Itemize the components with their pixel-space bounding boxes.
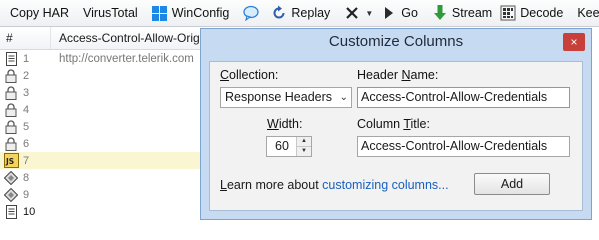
session-number: 1 (23, 52, 30, 65)
session-number: 2 (23, 69, 30, 82)
session-list-header: # Access-Control-Allow-Origin (0, 27, 230, 50)
session-number: 6 (23, 137, 30, 150)
close-button[interactable]: × (563, 33, 585, 51)
width-label: Width: (267, 117, 303, 131)
header-name-label: Header Name: (357, 68, 439, 82)
session-number: 4 (23, 103, 30, 116)
replay-label: Replay (291, 6, 331, 20)
session-number: 5 (23, 120, 30, 133)
session-row[interactable]: 8 (0, 169, 230, 186)
document-icon (3, 204, 19, 220)
image-diamond-icon (3, 170, 19, 186)
lock-icon (3, 68, 19, 84)
session-number: 7 (23, 154, 30, 167)
javascript-file-icon: JS (3, 153, 19, 169)
session-number: 10 (23, 205, 36, 218)
chevron-down-icon: ⌄ (339, 92, 348, 103)
close-icon: × (570, 35, 578, 49)
session-row[interactable]: 3 (0, 84, 230, 101)
width-value: 60 (275, 139, 289, 153)
session-number: 9 (23, 188, 30, 201)
svg-text:JS: JS (5, 157, 14, 166)
virustotal-button[interactable]: VirusTotal (79, 2, 142, 24)
lock-icon (3, 102, 19, 118)
decode-button[interactable]: Decode (496, 2, 567, 24)
lock-icon (3, 119, 19, 135)
lock-icon (3, 136, 19, 152)
decode-label: Decode (520, 6, 564, 20)
image-diamond-icon (3, 187, 19, 203)
session-row[interactable]: 2 (0, 67, 230, 84)
session-row[interactable]: 1 http://converter.telerik.com (0, 50, 230, 67)
stream-download-icon (432, 5, 448, 21)
fiddler-window: Copy HAR VirusTotal WinConfig Replay ▼ G… (0, 0, 599, 220)
chevron-down-icon: ▼ (365, 8, 374, 18)
stepper-down-icon[interactable]: ▼ (297, 147, 311, 156)
go-button[interactable]: Go (377, 2, 422, 24)
winconfig-button[interactable]: WinConfig (148, 2, 234, 24)
session-header-value: http://converter.telerik.com (59, 52, 194, 65)
customizing-columns-link[interactable]: customizing columns... (322, 178, 448, 192)
header-name-input[interactable]: Access-Control-Allow-Credentials (357, 87, 570, 108)
add-button[interactable]: Add (474, 173, 550, 195)
session-list: 1 http://converter.telerik.com 2 3 4 5 6… (0, 50, 230, 220)
copy-har-button[interactable]: Copy HAR (6, 2, 73, 24)
column-header-number[interactable]: # (0, 27, 51, 49)
keep-sessions-dropdown[interactable]: Keep: All se (573, 2, 599, 24)
session-row[interactable]: 4 (0, 101, 230, 118)
windows-logo-icon (152, 5, 168, 21)
keep-label: Keep: All se (577, 6, 599, 20)
lock-icon (3, 85, 19, 101)
collection-label: Collection: (220, 68, 279, 82)
close-x-icon (344, 5, 360, 21)
header-name-value: Access-Control-Allow-Credentials (361, 90, 548, 104)
session-row[interactable]: 6 (0, 135, 230, 152)
speech-bubble-icon (243, 5, 260, 21)
width-stepper[interactable]: 60 ▲ ▼ (266, 136, 312, 157)
document-icon (3, 51, 19, 67)
session-number: 3 (23, 86, 30, 99)
dialog-body: Collection: Response Headers ⌄ Header Na… (209, 61, 583, 211)
session-number: 8 (23, 171, 30, 184)
toolbar: Copy HAR VirusTotal WinConfig Replay ▼ G… (0, 0, 599, 27)
session-row[interactable]: 9 (0, 186, 230, 203)
session-row[interactable]: 5 (0, 118, 230, 135)
go-label: Go (401, 6, 418, 20)
session-row[interactable]: 10 (0, 203, 230, 220)
column-title-input[interactable]: Access-Control-Allow-Credentials (357, 136, 570, 157)
customize-columns-dialog: Customize Columns × Collection: Response… (200, 28, 592, 220)
stream-label: Stream (451, 6, 493, 20)
column-title-value: Access-Control-Allow-Credentials (361, 139, 548, 153)
width-stepper-arrows: ▲ ▼ (296, 137, 311, 156)
collection-selected-value: Response Headers (225, 90, 333, 104)
stepper-up-icon[interactable]: ▲ (297, 137, 311, 147)
stream-button[interactable]: Stream (428, 2, 496, 24)
session-row-selected[interactable]: JS 7 (0, 152, 230, 169)
replay-icon (271, 5, 287, 21)
collection-select[interactable]: Response Headers ⌄ (220, 87, 352, 108)
copy-har-label: Copy HAR (10, 6, 70, 20)
learn-more-text: Learn more about customizing columns... (220, 178, 449, 192)
go-arrow-icon (381, 5, 397, 21)
comment-button[interactable] (239, 2, 267, 24)
column-title-label: Column Title: (357, 117, 430, 131)
remove-button[interactable]: ▼ (340, 2, 377, 24)
virustotal-label: VirusTotal (83, 6, 138, 20)
replay-button[interactable]: Replay (267, 2, 334, 24)
dialog-title: Customize Columns (328, 33, 464, 50)
decode-grid-icon (500, 5, 516, 21)
winconfig-label: WinConfig (171, 6, 230, 20)
